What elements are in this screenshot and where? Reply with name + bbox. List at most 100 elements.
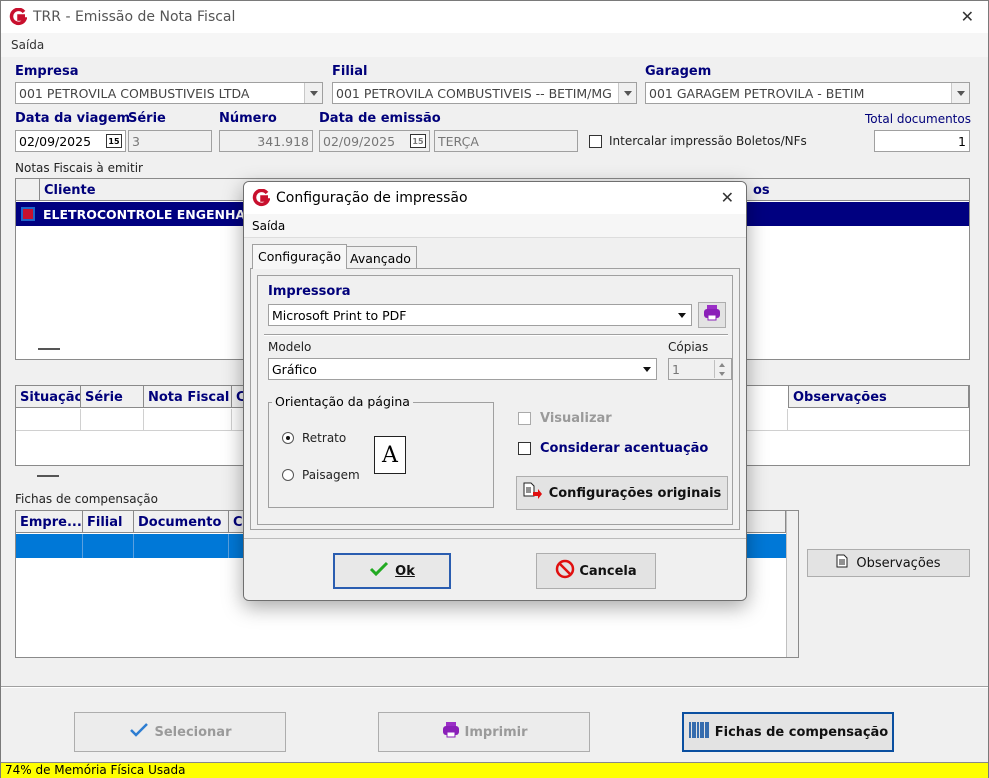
modelo-select[interactable]: Gráfico [268, 358, 657, 380]
tab-configuracao-label: Configuração [258, 249, 342, 264]
grid-splitter-handle[interactable] [37, 475, 59, 477]
ok-button[interactable]: Ok [333, 553, 451, 589]
garagem-label: Garagem [645, 64, 712, 79]
serie-value: 3 [132, 133, 140, 149]
filial-label: Filial [332, 64, 368, 79]
total-label: Total documentos [865, 112, 971, 126]
visualizar-label: Visualizar [540, 411, 612, 426]
copias-spinner[interactable] [714, 360, 728, 378]
empresa-select[interactable]: 001 PETROVILA COMBUSTIVEIS LTDA [15, 82, 323, 104]
garagem-select[interactable]: 001 GARAGEM PETROVILA - BETIM [645, 82, 970, 104]
divider [1, 686, 988, 688]
chevron-down-icon[interactable] [638, 359, 656, 379]
copias-input[interactable]: 1 [668, 358, 732, 380]
fichas-section-label: Fichas de compensação [15, 492, 158, 506]
numero-input[interactable]: 341.918 [219, 130, 313, 152]
col-empresa-label: Empre... [20, 515, 82, 530]
col-sep [133, 534, 134, 558]
col-observacoes[interactable]: Observações [788, 386, 969, 408]
col-filial[interactable]: Filial [83, 511, 134, 533]
menu-bar: Saída [1, 33, 988, 57]
impressora-select[interactable]: Microsoft Print to PDF [268, 304, 692, 326]
notas-section-label: Notas Fiscais à emitir [15, 161, 143, 175]
reset-doc-icon [523, 482, 543, 504]
cancela-button[interactable]: Cancela [536, 553, 656, 589]
vertical-scrollbar[interactable] [786, 511, 798, 657]
observacoes-button[interactable]: Observações [807, 549, 970, 577]
empresa-value: 001 PETROVILA COMBUSTIVEIS LTDA [19, 85, 250, 101]
col-nota-fiscal[interactable]: Nota Fiscal [144, 386, 232, 408]
col-documento[interactable]: Documento [134, 511, 229, 533]
config-originais-button[interactable]: Configurações originais [516, 476, 728, 510]
data-viagem-value: 02/09/2025 [19, 133, 92, 149]
retrato-radio[interactable] [282, 432, 294, 444]
page-glyph: A [382, 442, 398, 468]
col-serie[interactable]: Série [81, 386, 144, 408]
chevron-down-icon[interactable] [673, 305, 691, 325]
data-viagem-label: Data da viagem [15, 111, 131, 126]
calendar-icon[interactable]: 15 [106, 134, 122, 148]
total-input[interactable]: 1 [874, 130, 970, 152]
col-situacao[interactable]: Situação [16, 386, 81, 408]
col-empresa[interactable]: Empre... [16, 511, 83, 533]
page-orientation-icon: A [374, 436, 406, 474]
data-emissao-input[interactable]: 02/09/2025 15 [319, 130, 430, 152]
serie-input[interactable]: 3 [128, 130, 212, 152]
calendar-icon[interactable]: 15 [410, 134, 426, 148]
check-icon [129, 722, 149, 742]
paisagem-radio[interactable] [282, 469, 294, 481]
grid-splitter-handle[interactable] [38, 348, 60, 350]
modelo-label: Modelo [268, 340, 312, 354]
col-sep [80, 409, 81, 431]
tab-avancado[interactable]: Avançado [344, 246, 417, 268]
data-emissao-value: 02/09/2025 [323, 133, 396, 149]
imprimir-button[interactable]: Imprimir [378, 712, 590, 752]
empresa-label: Empresa [15, 64, 79, 79]
barcode-icon [688, 721, 710, 743]
close-icon[interactable]: ✕ [961, 7, 974, 26]
dia-semana-value: TERÇA [438, 133, 479, 149]
chevron-down-icon[interactable] [951, 83, 969, 103]
dialog-close-icon[interactable]: ✕ [721, 188, 734, 207]
col-serie-label: Série [85, 390, 123, 405]
menu-saida[interactable]: Saída [11, 38, 44, 52]
config-originais-label: Configurações originais [548, 485, 722, 501]
printer-icon [702, 304, 722, 326]
considerar-label: Considerar acentuação [540, 441, 709, 456]
status-text: 74% de Memória Física Usada [5, 763, 186, 777]
row-check-icon[interactable] [21, 207, 35, 221]
dialog-title: Configuração de impressão [276, 190, 468, 206]
paisagem-label: Paisagem [302, 468, 360, 482]
intercalar-label: Intercalar impressão Boletos/NFs [609, 134, 807, 148]
orientacao-label: Orientação da página [272, 394, 413, 409]
tab-configuracao[interactable]: Configuração [252, 244, 348, 269]
observacoes-label: Observações [856, 555, 941, 571]
selecionar-button[interactable]: Selecionar [74, 712, 286, 752]
status-bar: 74% de Memória Física Usada [1, 762, 988, 778]
col-situacao-label: Situação [20, 390, 81, 405]
visualizar-checkbox[interactable] [518, 412, 531, 425]
divider [264, 334, 728, 336]
modelo-value: Gráfico [272, 361, 317, 377]
row-cliente-value: ELETROCONTROLE ENGENHARIA [43, 207, 270, 222]
col-sep [82, 534, 83, 558]
dialog-menu-saida[interactable]: Saída [252, 219, 285, 233]
data-viagem-input[interactable]: 02/09/2025 15 [15, 130, 126, 152]
col-c2-label: C [233, 515, 243, 530]
printer-settings-button[interactable] [698, 302, 726, 328]
col-sep [787, 409, 788, 431]
cancel-icon [555, 559, 575, 583]
intercalar-checkbox[interactable] [589, 135, 602, 148]
copias-value: 1 [672, 361, 680, 377]
filial-select[interactable]: 001 PETROVILA COMBUSTIVEIS -- BETIM/MG [332, 82, 637, 104]
col-cliente-label: Cliente [44, 183, 96, 198]
cancela-label: Cancela [579, 563, 637, 579]
considerar-checkbox[interactable] [518, 442, 531, 455]
main-window: TRR - Emissão de Nota Fiscal ✕ Saída Emp… [0, 0, 989, 778]
fichas-label: Fichas de compensação [714, 724, 889, 740]
col-sep [228, 534, 229, 558]
fichas-compensacao-button[interactable]: Fichas de compensação [682, 712, 894, 752]
chevron-down-icon[interactable] [304, 83, 322, 103]
chevron-down-icon[interactable] [618, 83, 636, 103]
retrato-label: Retrato [302, 431, 347, 445]
